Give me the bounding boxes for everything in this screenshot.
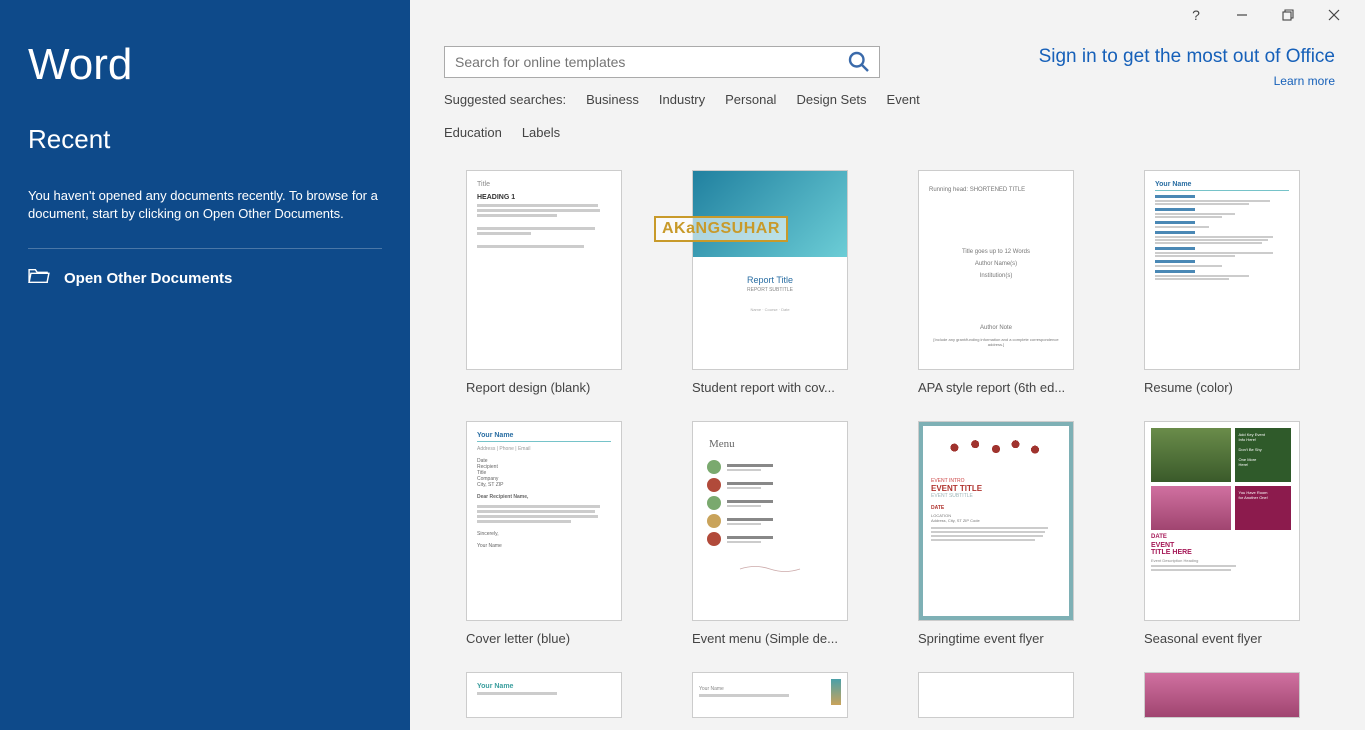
account-links: Sign in to get the most out of Office Le… <box>1039 46 1335 88</box>
template-event-menu[interactable]: Menu Event menu (Simple de... <box>670 421 870 646</box>
template-apa-style-report[interactable]: Running head: SHORTENED TITLE Title goes… <box>896 170 1096 395</box>
template-thumbnail: Menu <box>692 421 848 621</box>
template-thumbnail: Your Name <box>1144 170 1300 370</box>
template-thumbnail: Your Name <box>466 672 622 718</box>
close-button[interactable] <box>1311 1 1357 29</box>
template-searchbox[interactable] <box>444 46 880 78</box>
template-partial-4[interactable] <box>1122 672 1322 728</box>
template-report-design-blank[interactable]: Title HEADING 1 Report design (blank) <box>444 170 644 395</box>
template-springtime-event-flyer[interactable]: EVENT INTRO EVENT TITLE EVENT SUBTITLE D… <box>896 421 1096 646</box>
template-partial-2[interactable]: Your Name <box>670 672 870 728</box>
content-scroll[interactable]: Suggested searches: Business Industry Pe… <box>410 30 1365 730</box>
template-thumbnail: EVENT INTRO EVENT TITLE EVENT SUBTITLE D… <box>918 421 1074 621</box>
template-cover-letter-blue[interactable]: Your Name Address | Phone | Email DateRe… <box>444 421 644 646</box>
open-other-documents[interactable]: Open Other Documents <box>28 267 382 289</box>
learn-more-link[interactable]: Learn more <box>1039 74 1335 88</box>
template-student-report[interactable]: Report Title REPORT SUBTITLE Name · Cour… <box>670 170 870 395</box>
sign-in-link[interactable]: Sign in to get the most out of Office <box>1039 46 1335 68</box>
suggested-link-labels[interactable]: Labels <box>522 125 560 140</box>
minimize-button[interactable] <box>1219 1 1265 29</box>
suggested-link-education[interactable]: Education <box>444 125 502 140</box>
template-label: APA style report (6th ed... <box>896 380 1076 395</box>
suggested-link-industry[interactable]: Industry <box>659 92 705 107</box>
template-thumbnail: Add Key EventInfo Here!Don't Be ShyOne M… <box>1144 421 1300 621</box>
template-thumbnail <box>918 672 1074 718</box>
restore-button[interactable] <box>1265 1 1311 29</box>
template-partial-3[interactable] <box>896 672 1096 728</box>
suggested-link-business[interactable]: Business <box>586 92 639 107</box>
template-thumbnail: Your Name Address | Phone | Email DateRe… <box>466 421 622 621</box>
folder-open-icon <box>28 267 50 289</box>
suggested-link-design-sets[interactable]: Design Sets <box>796 92 866 107</box>
template-thumbnail <box>1144 672 1300 718</box>
template-label: Student report with cov... <box>670 380 850 395</box>
template-label: Event menu (Simple de... <box>670 631 850 646</box>
app-title: Word <box>28 40 382 90</box>
template-thumbnail: Running head: SHORTENED TITLE Title goes… <box>918 170 1074 370</box>
template-partial-1[interactable]: Your Name <box>444 672 644 728</box>
template-label: Resume (color) <box>1122 380 1302 395</box>
template-label: Cover letter (blue) <box>444 631 624 646</box>
template-label: Seasonal event flyer <box>1122 631 1302 646</box>
template-thumbnail: Report Title REPORT SUBTITLE Name · Cour… <box>692 170 848 370</box>
suggested-link-event[interactable]: Event <box>887 92 920 107</box>
suggested-label: Suggested searches: <box>444 92 566 107</box>
template-thumbnail: Title HEADING 1 <box>466 170 622 370</box>
suggested-searches: Suggested searches: Business Industry Pe… <box>444 92 964 140</box>
no-documents-text: You haven't opened any documents recentl… <box>28 187 382 222</box>
recent-heading: Recent <box>28 124 382 155</box>
template-grid: Title HEADING 1 Report design (blank) Re… <box>444 170 1345 728</box>
template-search-input[interactable] <box>455 54 847 70</box>
template-seasonal-event-flyer[interactable]: Add Key EventInfo Here!Don't Be ShyOne M… <box>1122 421 1322 646</box>
template-label: Report design (blank) <box>444 380 624 395</box>
template-resume-color[interactable]: Your Name Resume (color) <box>1122 170 1322 395</box>
help-button[interactable]: ? <box>1173 1 1219 29</box>
search-icon[interactable] <box>847 50 871 74</box>
titlebar: ? <box>410 0 1365 30</box>
sidebar: Word Recent You haven't opened any docum… <box>0 0 410 730</box>
main-pane: ? Sign in to get the most out of Office … <box>410 0 1365 730</box>
suggested-link-personal[interactable]: Personal <box>725 92 776 107</box>
template-thumbnail: Your Name <box>692 672 848 718</box>
divider <box>28 248 382 249</box>
open-other-label: Open Other Documents <box>64 270 232 287</box>
template-label: Springtime event flyer <box>896 631 1076 646</box>
